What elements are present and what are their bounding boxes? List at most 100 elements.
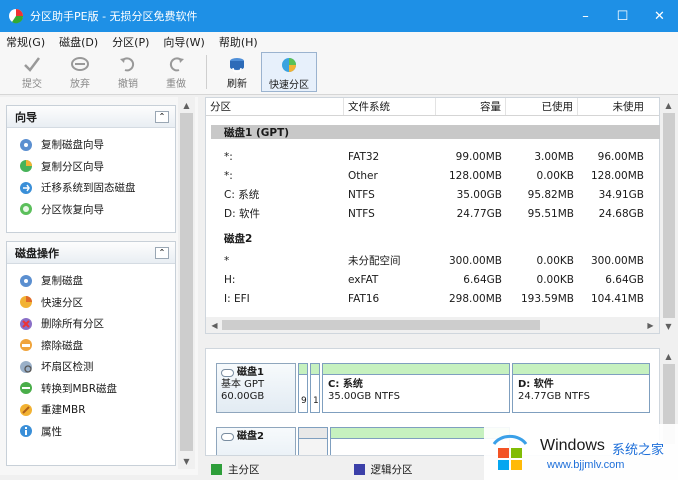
partition-table: 分区 文件系统 容量 已使用 未使用 磁盘1 (GPT) *: FAT32 99… <box>205 97 663 334</box>
col-used[interactable]: 已使用 <box>506 98 578 115</box>
cell: FAT32 <box>348 150 380 163</box>
watermark-brand-cn: 系统之家 <box>612 443 665 458</box>
usage-bar <box>331 428 509 439</box>
menu-help[interactable]: 帮助(H) <box>219 34 258 50</box>
cell: I: EFI <box>224 292 250 305</box>
usage-bar <box>311 364 319 375</box>
wizard-panel: 向导 ⌃ 复制磁盘向导 复制分区向导 迁移系统到固态磁盘 分区恢复向导 <box>6 105 176 233</box>
partition-d[interactable]: D: 软件 24.77GB NTFS <box>512 363 650 413</box>
ops-item-wipe-disk[interactable]: 擦除磁盘 <box>7 335 175 357</box>
wizard-item-partition-recovery[interactable]: 分区恢复向导 <box>7 199 175 221</box>
ops-item-quick-partition[interactable]: 快速分区 <box>7 292 175 314</box>
scroll-down-icon[interactable]: ▼ <box>660 318 677 334</box>
table-row[interactable]: C: 系统 NTFS 35.00GB 95.82MB 34.91GB <box>206 185 659 204</box>
table-vscroll-thumb[interactable] <box>663 113 675 318</box>
col-free[interactable]: 未使用 <box>578 98 648 115</box>
ops-item-label: 坏扇区检测 <box>41 361 94 374</box>
disk-copy-icon <box>20 138 32 151</box>
discard-button[interactable]: 放弃 <box>56 52 104 92</box>
cell: NTFS <box>348 188 375 201</box>
table-row[interactable]: I: EFI FAT16 298.00MB 193.59MB 104.41MB <box>206 289 659 308</box>
collapse-icon[interactable]: ⌃ <box>155 246 169 259</box>
col-filesystem[interactable]: 文件系统 <box>344 98 436 115</box>
scroll-left-icon[interactable]: ◀ <box>206 317 223 333</box>
table-hscroll-thumb[interactable] <box>222 320 540 330</box>
usage-bar <box>513 364 649 375</box>
undo-label: 撤销 <box>118 79 138 90</box>
refresh-button[interactable]: 刷新 <box>213 52 261 92</box>
mini-partition-label: 9 <box>301 396 307 406</box>
disk1-card[interactable]: 磁盘1 基本 GPT 60.00GB 9 1 C: 系统 35.00GB NTF… <box>216 363 650 413</box>
wizard-item-copy-partition[interactable]: 复制分区向导 <box>7 156 175 178</box>
ops-item-rebuild-mbr[interactable]: 重建MBR <box>7 399 175 421</box>
disk2-info[interactable]: 磁盘2 <box>216 427 296 455</box>
col-capacity[interactable]: 容量 <box>436 98 506 115</box>
scroll-right-icon[interactable]: ▶ <box>642 317 659 333</box>
wizard-item-copy-disk[interactable]: 复制磁盘向导 <box>7 134 175 156</box>
menu-partition[interactable]: 分区(P) <box>112 34 149 50</box>
maximize-button[interactable]: ☐ <box>604 0 641 32</box>
sidebar-scroll-thumb[interactable] <box>180 113 193 451</box>
partition-c[interactable]: C: 系统 35.00GB NTFS <box>322 363 510 413</box>
refresh-label: 刷新 <box>227 79 247 90</box>
partition-c-name: C: 系统 <box>328 379 363 390</box>
wizard-item-migrate-os[interactable]: 迁移系统到固态磁盘 <box>7 177 175 199</box>
disk-ops-panel-title: 磁盘操作 <box>15 246 59 260</box>
cell: 95.51MB <box>527 207 574 220</box>
commit-button[interactable]: 提交 <box>8 52 56 92</box>
disk2-header[interactable]: 磁盘2 <box>224 231 659 245</box>
table-row[interactable]: *: Other 128.00MB 0.00KB 128.00MB <box>206 166 659 185</box>
menu-disk[interactable]: 磁盘(D) <box>59 34 98 50</box>
hard-disk-icon <box>221 433 234 441</box>
redo-button[interactable]: 重做 <box>152 52 200 92</box>
quick-partition-icon <box>20 296 32 309</box>
table-horizontal-scrollbar[interactable]: ◀ ▶ <box>206 317 659 333</box>
cell: exFAT <box>348 273 379 286</box>
table-row[interactable]: *: FAT32 99.00MB 3.00MB 96.00MB <box>206 147 659 166</box>
primary-swatch <box>211 463 222 475</box>
cell: 298.00MB <box>448 292 502 305</box>
table-row[interactable]: * 未分配空间 300.00MB 0.00KB 300.00MB <box>206 251 659 270</box>
scroll-down-icon[interactable]: ▼ <box>178 453 195 469</box>
minimize-button[interactable]: – <box>567 0 604 32</box>
scroll-up-icon[interactable]: ▲ <box>660 97 677 113</box>
disk1-type: 基本 GPT <box>221 379 265 390</box>
partition-d-desc: 24.77GB NTFS <box>518 391 590 402</box>
cell: 24.77GB <box>456 207 502 220</box>
collapse-icon[interactable]: ⌃ <box>155 110 169 123</box>
ops-item-copy-disk[interactable]: 复制磁盘 <box>7 270 175 292</box>
ops-item-convert-mbr[interactable]: 转换到MBR磁盘 <box>7 378 175 400</box>
ops-item-properties[interactable]: 属性 <box>7 421 175 443</box>
quick-partition-button[interactable]: 快速分区 <box>261 52 317 92</box>
table-row[interactable]: H: exFAT 6.64GB 0.00KB 6.64GB <box>206 270 659 289</box>
ops-item-label: 快速分区 <box>41 296 83 309</box>
ops-item-label: 属性 <box>41 425 62 438</box>
toolbar-separator <box>206 55 207 89</box>
cell: * <box>224 254 230 267</box>
ops-item-delete-all-partitions[interactable]: 删除所有分区 <box>7 313 175 335</box>
cell: 128.00MB <box>590 169 644 182</box>
table-vertical-scrollbar[interactable]: ▲ ▼ <box>660 97 678 334</box>
sidebar-scrollbar[interactable]: ▲ ▼ <box>178 97 195 469</box>
cell: D: 软件 <box>224 208 260 220</box>
col-partition[interactable]: 分区 <box>206 98 344 115</box>
undo-button[interactable]: 撤销 <box>104 52 152 92</box>
disk1-info[interactable]: 磁盘1 基本 GPT 60.00GB <box>216 363 296 413</box>
scroll-up-icon[interactable]: ▲ <box>178 97 195 113</box>
disk2-partition-h[interactable] <box>330 427 510 455</box>
mini-partition-label: 1 <box>313 396 319 406</box>
table-row[interactable]: D: 软件 NTFS 24.77GB 95.51MB 24.68GB <box>206 204 659 223</box>
cell: 96.00MB <box>597 150 644 163</box>
disk2-unallocated[interactable] <box>298 427 328 455</box>
ops-item-bad-sector-check[interactable]: 坏扇区检测 <box>7 356 175 378</box>
partition-copy-icon <box>20 160 32 173</box>
windows-logo-icon <box>492 434 528 470</box>
menu-wizard[interactable]: 向导(W) <box>163 34 204 50</box>
scroll-up-icon[interactable]: ▲ <box>660 348 677 364</box>
close-button[interactable]: ✕ <box>641 0 678 32</box>
disk1-header[interactable]: 磁盘1 (GPT) <box>211 125 663 139</box>
disk1-mini-partition-1[interactable]: 9 <box>298 363 308 413</box>
watermark-brand: Windows <box>540 437 605 454</box>
disk1-mini-partition-2[interactable]: 1 <box>310 363 320 413</box>
menu-general[interactable]: 常规(G) <box>6 34 45 50</box>
